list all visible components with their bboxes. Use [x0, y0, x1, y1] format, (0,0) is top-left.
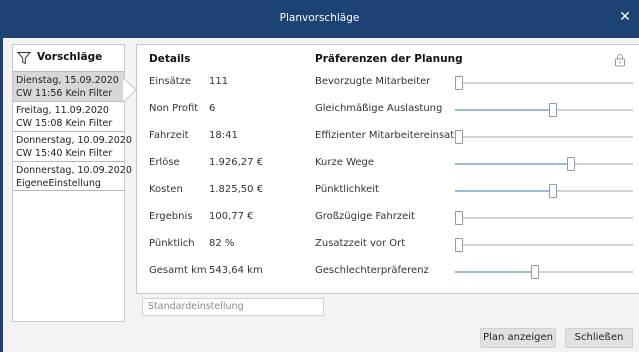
slider-thumb[interactable] [455, 211, 463, 225]
detail-value: 1.825,50 € [209, 184, 264, 195]
slider-fill [455, 109, 553, 111]
preference-label: Geschlechterpräferenz [315, 265, 429, 276]
suggestion-date: Dienstag, 15.09.2020 [16, 75, 119, 86]
detail-label: Erlöse [149, 157, 180, 168]
suggestion-info: EigeneEinstellung [16, 178, 101, 189]
preference-slider[interactable] [455, 103, 633, 117]
lock-icon[interactable] [614, 53, 626, 67]
preference-row: Effizienter Mitarbeitereinsatz [315, 129, 635, 145]
detail-label: Fahrzeit [149, 130, 189, 141]
slider-thumb[interactable] [455, 130, 463, 144]
filter-icon [17, 52, 31, 65]
detail-label: Non Profit [149, 103, 199, 114]
detail-value: 18:41 [209, 130, 238, 141]
preference-label: Gleichmäßige Auslastung [315, 103, 443, 114]
preference-row: Gleichmäßige Auslastung [315, 102, 635, 118]
show-plan-button[interactable]: Plan anzeigen [480, 328, 556, 348]
detail-label: Gesamt km [149, 265, 207, 276]
detail-label: Pünktlich [149, 238, 195, 249]
suggestions-panel: Vorschläge Dienstag, 15.09.2020 CW 11:56 … [12, 44, 132, 322]
slider-thumb[interactable] [548, 103, 557, 117]
preference-label: Effizienter Mitarbeitereinsatz [315, 130, 460, 141]
preferences-title: Präferenzen der Planung [315, 53, 463, 65]
selection-pointer [123, 78, 137, 102]
suggestion-item[interactable]: Donnerstag, 10.09.2020 CW 15:40 Kein Filt… [13, 131, 132, 161]
preference-row: Bevorzugte Mitarbeiter [315, 75, 635, 91]
close-icon[interactable]: ✕ [617, 9, 633, 25]
detail-value: 82 % [209, 238, 235, 249]
suggestions-list: Dienstag, 15.09.2020 CW 11:56 Kein Filter… [13, 71, 132, 191]
slider-thumb[interactable] [531, 265, 540, 279]
detail-label: Kosten [149, 184, 183, 195]
title-bar[interactable]: Planvorschläge ✕ [0, 0, 639, 38]
details-panel: Details Präferenzen der Planung Einsätze… [136, 44, 639, 294]
slider-thumb[interactable] [548, 184, 557, 198]
preference-slider[interactable] [455, 238, 633, 252]
preference-label: Kurze Wege [315, 157, 375, 168]
detail-value: 100,77 € [209, 211, 254, 222]
preference-row: Pünktlichkeit [315, 183, 635, 199]
slider-thumb[interactable] [455, 238, 463, 252]
settings-name-input[interactable]: Standardeinstellung [142, 298, 324, 316]
window-title: Planvorschläge [279, 12, 360, 24]
detail-label: Ergebnis [149, 211, 193, 222]
preference-label: Großzügige Fahrzeit [315, 211, 415, 222]
preference-label: Zusatzzeit vor Ort [315, 238, 406, 249]
suggestion-info: CW 11:56 Kein Filter [16, 88, 113, 99]
preference-row: Geschlechterpräferenz [315, 264, 635, 280]
preference-slider[interactable] [455, 184, 633, 198]
slider-fill [455, 271, 536, 273]
detail-value: 111 [209, 76, 229, 87]
suggestion-info: CW 15:08 Kein Filter [16, 118, 113, 129]
close-button[interactable]: Schließen [565, 328, 633, 348]
planvorschlaege-dialog: Planvorschläge ✕ Vorschläge Dienstag, 15… [0, 0, 639, 352]
preference-label: Bevorzugte Mitarbeiter [315, 76, 431, 87]
suggestion-item[interactable]: Dienstag, 15.09.2020 CW 11:56 Kein Filter [13, 71, 124, 101]
suggestion-item[interactable]: Donnerstag, 10.09.2020 EigeneEinstellung [13, 161, 132, 191]
preference-slider[interactable] [455, 130, 633, 144]
details-title: Details [149, 53, 191, 65]
preference-slider[interactable] [455, 157, 633, 171]
preference-slider[interactable] [455, 211, 633, 225]
preference-row: Zusatzzeit vor Ort [315, 237, 635, 253]
suggestion-date: Freitag, 11.09.2020 [16, 105, 109, 116]
detail-label: Einsätze [149, 76, 192, 87]
suggestion-date: Donnerstag, 10.09.2020 [16, 165, 132, 176]
detail-value: 1.926,27 € [209, 157, 264, 168]
preference-slider[interactable] [455, 76, 633, 90]
slider-fill [455, 163, 571, 165]
suggestions-header: Vorschläge [13, 45, 124, 69]
slider-fill [455, 190, 553, 192]
slider-thumb[interactable] [566, 157, 575, 171]
preference-row: Kurze Wege [315, 156, 635, 172]
slider-thumb[interactable] [455, 76, 463, 90]
detail-value: 543,64 km [209, 265, 263, 276]
suggestion-info: CW 15:40 Kein Filter [16, 148, 113, 159]
preference-row: Großzügige Fahrzeit [315, 210, 635, 226]
detail-value: 6 [209, 103, 216, 114]
suggestions-title: Vorschläge [37, 51, 103, 63]
suggestion-date: Donnerstag, 10.09.2020 [16, 135, 132, 146]
window-left-edge [0, 38, 3, 352]
preference-label: Pünktlichkeit [315, 184, 379, 195]
suggestion-item[interactable]: Freitag, 11.09.2020 CW 15:08 Kein Filter [13, 101, 124, 131]
preference-slider[interactable] [455, 265, 633, 279]
